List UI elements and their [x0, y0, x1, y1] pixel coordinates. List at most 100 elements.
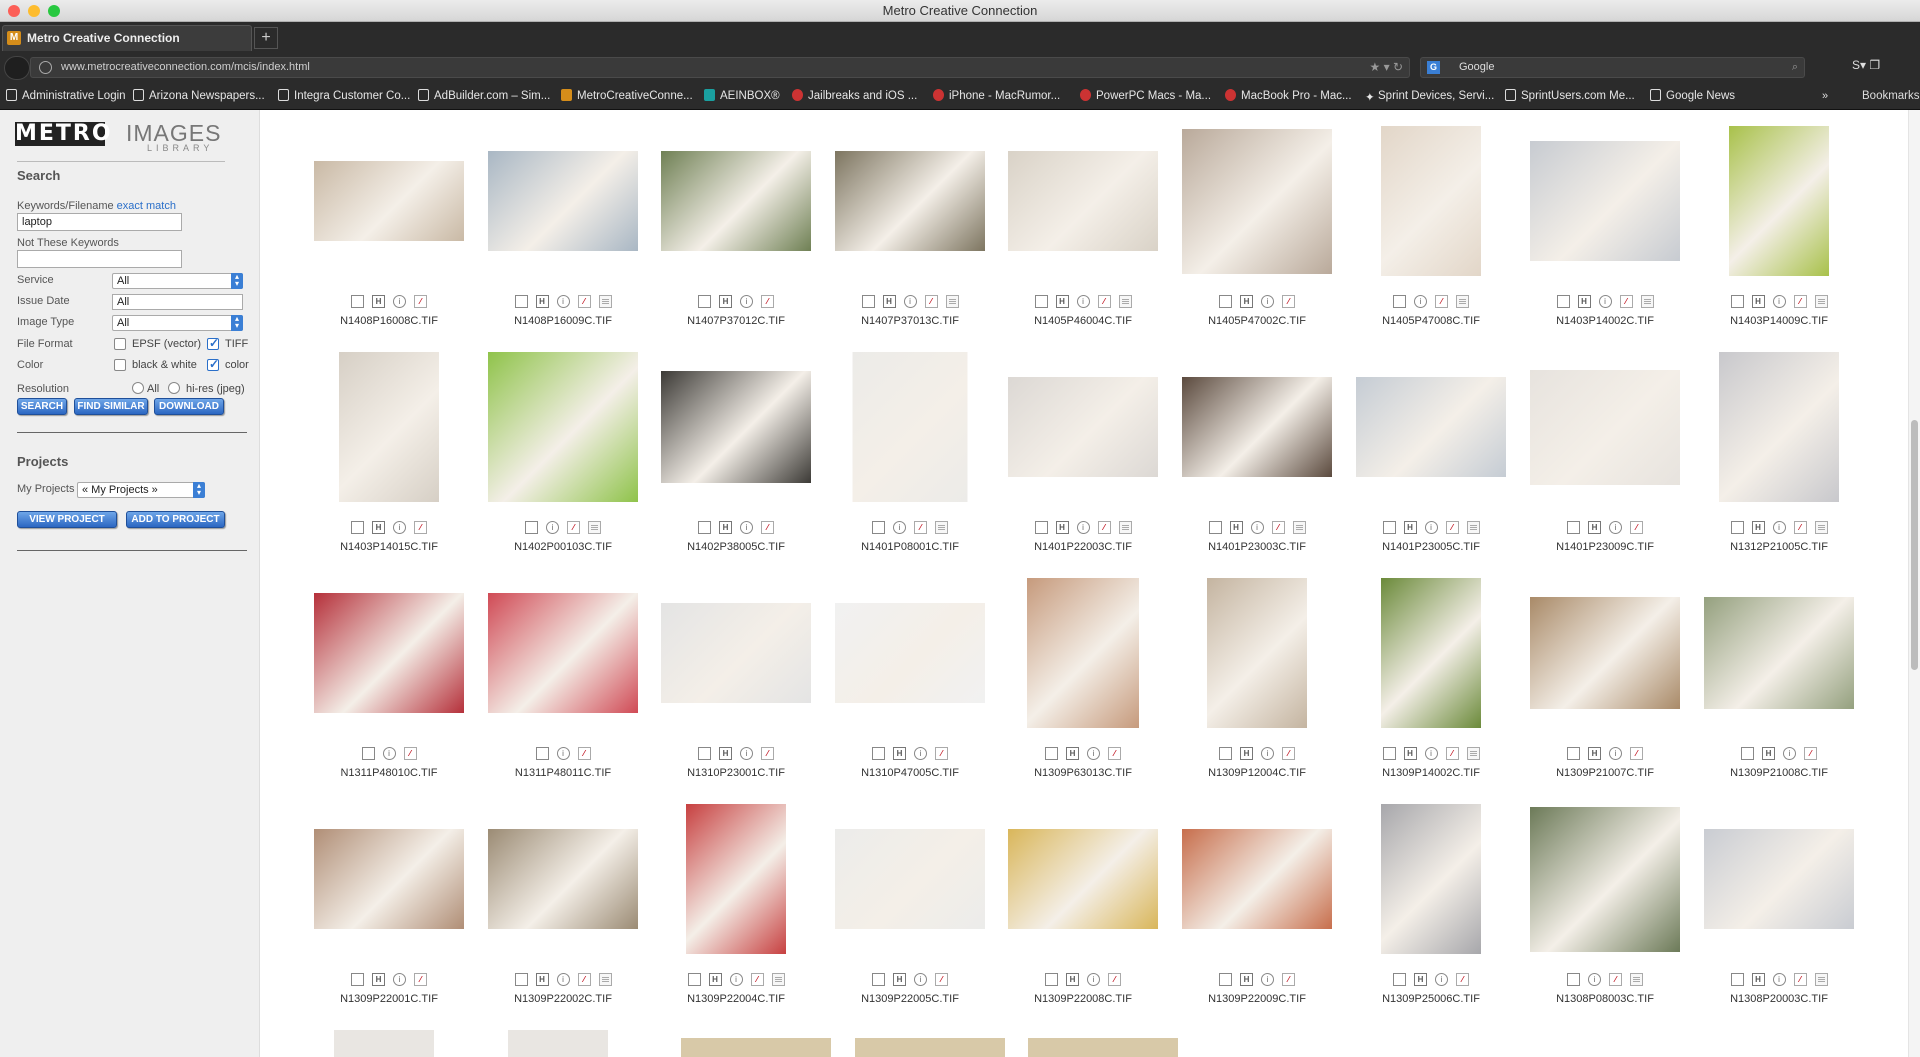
select-checkbox[interactable]: [1393, 973, 1406, 986]
select-checkbox[interactable]: [872, 973, 885, 986]
info-icon[interactable]: i: [556, 973, 570, 986]
select-checkbox[interactable]: [1567, 973, 1580, 986]
pdf-icon[interactable]: ⁄: [1793, 521, 1807, 534]
select-checkbox[interactable]: [1730, 295, 1744, 308]
caption-doc-icon[interactable]: [1814, 973, 1828, 986]
hires-download-icon[interactable]: H: [719, 747, 732, 760]
info-icon[interactable]: i: [1772, 973, 1786, 986]
hires-download-icon[interactable]: H: [535, 973, 549, 986]
pdf-icon[interactable]: ⁄: [1456, 973, 1469, 986]
info-icon[interactable]: i: [903, 295, 917, 308]
magnifier-icon[interactable]: ⌕: [1792, 58, 1798, 77]
pdf-icon[interactable]: ⁄: [414, 973, 427, 986]
info-icon[interactable]: i: [393, 295, 406, 308]
bookmark-item[interactable]: Administrative Login: [6, 82, 126, 110]
select-checkbox[interactable]: [698, 521, 711, 534]
black-white-checkbox[interactable]: [114, 359, 126, 371]
select-checkbox[interactable]: [514, 973, 528, 986]
hires-download-icon[interactable]: H: [372, 295, 385, 308]
result-thumbnail-partial[interactable]: [334, 1030, 434, 1057]
bookmark-item[interactable]: AEINBOX®: [704, 82, 780, 110]
pdf-icon[interactable]: ⁄: [1630, 747, 1643, 760]
hires-download-icon[interactable]: H: [719, 295, 732, 308]
result-thumbnail[interactable]: [488, 593, 638, 713]
hires-download-icon[interactable]: H: [535, 295, 549, 308]
select-checkbox[interactable]: [1045, 747, 1058, 760]
select-checkbox[interactable]: [1741, 747, 1754, 760]
result-thumbnail[interactable]: [1356, 377, 1506, 477]
caption-doc-icon[interactable]: [1118, 521, 1132, 534]
select-checkbox[interactable]: [698, 295, 711, 308]
pdf-icon[interactable]: ⁄: [935, 747, 948, 760]
search-bar[interactable]: G Google ⌕: [1420, 57, 1805, 78]
select-checkbox[interactable]: [1034, 521, 1048, 534]
info-icon[interactable]: i: [914, 747, 927, 760]
info-icon[interactable]: i: [1609, 521, 1622, 534]
info-icon[interactable]: i: [1414, 295, 1427, 308]
caption-doc-icon[interactable]: [1814, 295, 1828, 308]
select-checkbox[interactable]: [1045, 973, 1058, 986]
find-similar-button[interactable]: FIND SIMILAR: [74, 398, 148, 415]
bookmark-item[interactable]: MetroCreativeConne...: [561, 82, 693, 110]
hires-download-icon[interactable]: H: [1403, 747, 1417, 760]
pdf-icon[interactable]: ⁄: [567, 521, 580, 534]
result-thumbnail-partial[interactable]: [508, 1030, 608, 1057]
caption-doc-icon[interactable]: [588, 521, 601, 534]
result-thumbnail[interactable]: [314, 593, 464, 713]
select-checkbox[interactable]: [872, 521, 885, 534]
pdf-icon[interactable]: ⁄: [914, 521, 927, 534]
caption-doc-icon[interactable]: [1456, 295, 1469, 308]
result-thumbnail[interactable]: [1729, 126, 1829, 276]
pdf-icon[interactable]: ⁄: [1108, 747, 1121, 760]
select-checkbox[interactable]: [872, 747, 885, 760]
pdf-icon[interactable]: ⁄: [761, 747, 774, 760]
hires-download-icon[interactable]: H: [893, 747, 906, 760]
info-icon[interactable]: i: [1598, 295, 1612, 308]
download-button[interactable]: DOWNLOAD: [154, 398, 224, 415]
pdf-icon[interactable]: ⁄: [1108, 973, 1121, 986]
pdf-icon[interactable]: ⁄: [577, 973, 591, 986]
info-icon[interactable]: i: [1076, 521, 1090, 534]
select-checkbox[interactable]: [687, 973, 701, 986]
pdf-icon[interactable]: ⁄: [1619, 295, 1633, 308]
pdf-icon[interactable]: ⁄: [1282, 295, 1295, 308]
result-thumbnail[interactable]: [1008, 829, 1158, 929]
info-icon[interactable]: i: [1772, 295, 1786, 308]
hires-download-icon[interactable]: H: [1229, 521, 1243, 534]
select-checkbox[interactable]: [1219, 973, 1232, 986]
caption-doc-icon[interactable]: [598, 295, 612, 308]
zoom-window-button[interactable]: [48, 5, 60, 17]
result-thumbnail[interactable]: [661, 151, 811, 251]
select-checkbox[interactable]: [1219, 295, 1232, 308]
bookmark-item[interactable]: iPhone - MacRumor...: [933, 82, 1060, 110]
hires-download-icon[interactable]: H: [1066, 747, 1079, 760]
close-window-button[interactable]: [8, 5, 20, 17]
result-thumbnail[interactable]: [835, 151, 985, 251]
new-tab-button[interactable]: +: [254, 27, 278, 49]
exact-match-link[interactable]: exact match: [117, 200, 176, 212]
bookmark-item[interactable]: Arizona Newspapers...: [133, 82, 265, 110]
color-checkbox[interactable]: [207, 357, 219, 371]
result-thumbnail[interactable]: [1704, 829, 1854, 929]
pdf-icon[interactable]: ⁄: [761, 521, 774, 534]
pdf-icon[interactable]: ⁄: [1271, 521, 1285, 534]
select-checkbox[interactable]: [1393, 295, 1406, 308]
add-to-project-button[interactable]: ADD TO PROJECT: [126, 511, 225, 528]
select-checkbox[interactable]: [698, 747, 711, 760]
result-thumbnail-partial[interactable]: [681, 1038, 831, 1057]
pdf-icon[interactable]: ⁄: [1609, 973, 1622, 986]
bookmark-item[interactable]: PowerPC Macs - Ma...: [1080, 82, 1211, 110]
result-thumbnail[interactable]: [488, 151, 638, 251]
caption-doc-icon[interactable]: [1466, 521, 1480, 534]
hires-download-icon[interactable]: H: [1240, 295, 1253, 308]
info-icon[interactable]: i: [729, 973, 743, 986]
info-icon[interactable]: i: [740, 747, 753, 760]
select-checkbox[interactable]: [1382, 747, 1396, 760]
result-thumbnail[interactable]: [314, 829, 464, 929]
hires-download-icon[interactable]: H: [1055, 295, 1069, 308]
result-thumbnail[interactable]: [1008, 151, 1158, 251]
result-thumbnail[interactable]: [1008, 377, 1158, 477]
pdf-icon[interactable]: ⁄: [761, 295, 774, 308]
tiff-checkbox[interactable]: [207, 336, 219, 350]
result-thumbnail[interactable]: [1719, 352, 1839, 502]
